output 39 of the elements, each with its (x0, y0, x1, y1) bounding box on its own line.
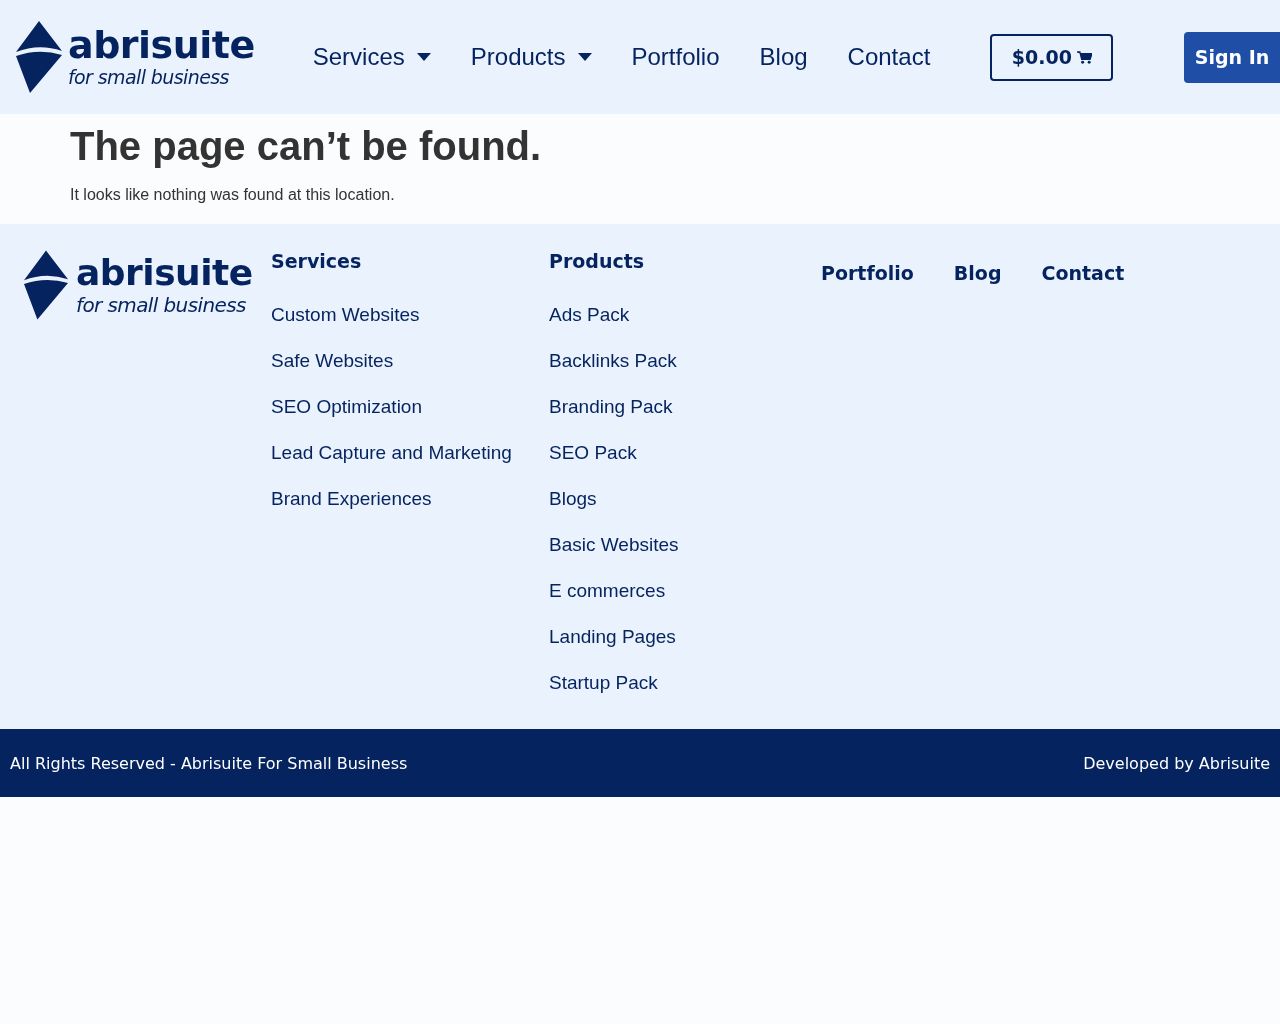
footer-link[interactable]: Lead Capture and Marketing (271, 444, 549, 462)
footer-link[interactable]: Startup Pack (549, 674, 827, 692)
logo-diamond-icon (16, 21, 62, 93)
caret-icon (416, 52, 431, 62)
copyright-text: All Rights Reserved - Abrisuite For Small Business (10, 753, 408, 773)
footer-link[interactable]: SEO Optimization (271, 398, 549, 416)
footer-link[interactable]: Brand Experiences (271, 490, 549, 508)
page-title: The page can’t be found. (70, 123, 543, 170)
logo-name: abrisuite (76, 253, 253, 293)
footer-link[interactable]: Safe Websites (271, 352, 549, 370)
footer-link[interactable]: Basic Websites (549, 536, 827, 554)
footer-link[interactable]: Branding Pack (549, 398, 827, 416)
footer-link[interactable]: Landing Pages (549, 628, 827, 646)
footer-link[interactable]: SEO Pack (549, 444, 827, 462)
footer-link[interactable]: Blogs (549, 490, 827, 508)
footer-link[interactable]: Backlinks Pack (549, 352, 827, 370)
cart-button[interactable]: $0.00 (990, 33, 1114, 81)
cart-icon (1076, 50, 1092, 64)
nav-link[interactable]: Contact (847, 43, 931, 71)
logo-tagline: for small business (68, 65, 230, 89)
caret-icon (577, 52, 592, 62)
footer-nav-link[interactable]: Portfolio (821, 262, 914, 284)
sign-in-button[interactable]: Sign In (1184, 31, 1280, 83)
nav-link[interactable]: Portfolio (631, 43, 720, 71)
logo-tagline: for small business (76, 293, 247, 317)
footer-link[interactable]: E commerces (549, 582, 827, 600)
nav-link[interactable]: Services (312, 43, 431, 71)
footer-heading: Products (549, 250, 646, 272)
developer-credit: Developed by Abrisuite (1083, 753, 1270, 773)
nav-link[interactable]: Blog (759, 43, 808, 71)
nav-link[interactable]: Products (470, 43, 592, 71)
footer-link[interactable]: Custom Websites (271, 306, 549, 324)
not-found-message: It looks like nothing was found at this location. (70, 186, 396, 204)
footer-link[interactable]: Ads Pack (549, 306, 827, 324)
logo-name: abrisuite (68, 25, 255, 65)
footer-heading: Services (271, 250, 363, 272)
footer-nav-link[interactable]: Contact (1041, 262, 1125, 284)
logo-diamond-icon (24, 250, 68, 320)
footer-nav-link[interactable]: Blog (953, 262, 1002, 284)
